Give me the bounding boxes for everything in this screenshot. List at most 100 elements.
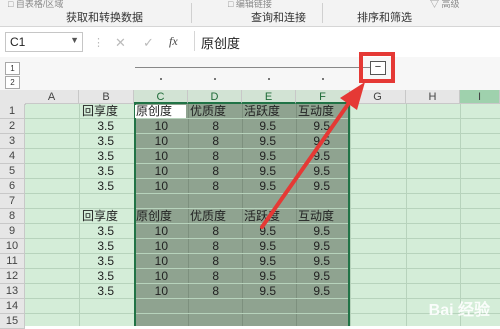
table-cell[interactable]: 10 bbox=[134, 254, 168, 269]
row-header-10[interactable]: 10 bbox=[0, 239, 25, 254]
table-cell[interactable]: 9.5 bbox=[296, 224, 330, 239]
table-cell[interactable]: 9.5 bbox=[242, 254, 276, 269]
row-header-15[interactable]: 15 bbox=[0, 314, 25, 329]
row-header-1[interactable]: 1 bbox=[0, 104, 25, 119]
table-cell[interactable]: 9.5 bbox=[296, 254, 330, 269]
table-cell[interactable]: 10 bbox=[134, 164, 168, 179]
cell-f1[interactable]: 互动度 bbox=[298, 104, 348, 119]
table-cell[interactable]: 3.5 bbox=[79, 224, 114, 239]
table-cell[interactable]: 3.5 bbox=[79, 179, 114, 194]
row-header-5[interactable]: 5 bbox=[0, 164, 25, 179]
row-header-12[interactable]: 12 bbox=[0, 269, 25, 284]
group-label-sort-filter: 排序和筛选 bbox=[357, 12, 412, 24]
column-header-c[interactable]: C bbox=[134, 90, 188, 104]
table-cell[interactable]: 10 bbox=[134, 119, 168, 134]
table-cell[interactable]: 9.5 bbox=[296, 164, 330, 179]
row-header-9[interactable]: 9 bbox=[0, 224, 25, 239]
outline-level-2-button[interactable]: 2 bbox=[5, 76, 20, 89]
table-cell[interactable]: 9.5 bbox=[296, 239, 330, 254]
table-cell[interactable]: 9.5 bbox=[242, 179, 276, 194]
cell-c1[interactable]: 原创度 bbox=[136, 104, 186, 119]
name-box[interactable]: C1 ▼ bbox=[5, 32, 83, 52]
table-cell[interactable]: 10 bbox=[134, 224, 168, 239]
table-cell[interactable]: 9.5 bbox=[242, 239, 276, 254]
table-cell[interactable]: 9.5 bbox=[242, 269, 276, 284]
table-cell[interactable]: 8 bbox=[188, 164, 219, 179]
table-cell[interactable]: 9.5 bbox=[296, 149, 330, 164]
table-cell[interactable]: 9.5 bbox=[242, 284, 276, 299]
table-cell[interactable]: 9.5 bbox=[242, 224, 276, 239]
formula-input[interactable]: 原创度 bbox=[194, 31, 500, 51]
select-all-corner[interactable] bbox=[0, 90, 26, 105]
table-cell[interactable]: 3.5 bbox=[79, 119, 114, 134]
row-header-8[interactable]: 8 bbox=[0, 209, 25, 224]
table-cell[interactable]: 9.5 bbox=[296, 119, 330, 134]
table-cell[interactable]: 3.5 bbox=[79, 284, 114, 299]
table-cell[interactable]: 8 bbox=[188, 239, 219, 254]
column-header-h[interactable]: H bbox=[406, 90, 460, 104]
column-header-a[interactable]: A bbox=[25, 90, 79, 104]
row-header-4[interactable]: 4 bbox=[0, 149, 25, 164]
cell-b1[interactable]: 回享度 bbox=[82, 104, 132, 119]
table-cell[interactable]: 10 bbox=[134, 149, 168, 164]
table-cell[interactable]: 3.5 bbox=[79, 254, 114, 269]
table-cell[interactable]: 8 bbox=[188, 269, 219, 284]
cell-e1[interactable]: 活跃度 bbox=[244, 104, 294, 119]
chevron-down-icon[interactable]: ▼ bbox=[70, 35, 79, 45]
cell-c8[interactable]: 原创度 bbox=[136, 209, 186, 224]
table-cell[interactable]: 9.5 bbox=[242, 134, 276, 149]
column-header-f[interactable]: F bbox=[296, 90, 350, 104]
table-cell[interactable]: 3.5 bbox=[79, 239, 114, 254]
table-cell[interactable]: 8 bbox=[188, 254, 219, 269]
row-header-6[interactable]: 6 bbox=[0, 179, 25, 194]
insert-function-button[interactable]: fx bbox=[169, 34, 178, 49]
table-cell[interactable]: 3.5 bbox=[79, 134, 114, 149]
column-header-d[interactable]: D bbox=[188, 90, 242, 104]
table-cell[interactable]: 3.5 bbox=[79, 164, 114, 179]
table-cell[interactable]: 9.5 bbox=[242, 119, 276, 134]
cell-e8[interactable]: 活跃度 bbox=[244, 209, 294, 224]
row-header-3[interactable]: 3 bbox=[0, 134, 25, 149]
table-cell[interactable]: 8 bbox=[188, 134, 219, 149]
row-header-13[interactable]: 13 bbox=[0, 284, 25, 299]
cell-d8[interactable]: 优质度 bbox=[190, 209, 240, 224]
column-header-b[interactable]: B bbox=[79, 90, 134, 104]
cancel-icon[interactable]: ✕ bbox=[115, 35, 126, 51]
row-header-7[interactable]: 7 bbox=[0, 194, 25, 209]
cell-d1[interactable]: 优质度 bbox=[190, 104, 240, 119]
ribbon-cut-item-left[interactable]: □ 自表格/区域 bbox=[8, 0, 63, 10]
column-header-g[interactable]: G bbox=[350, 90, 406, 104]
table-cell[interactable]: 9.5 bbox=[242, 164, 276, 179]
table-cell[interactable]: 10 bbox=[134, 284, 168, 299]
outline-bar bbox=[0, 57, 500, 90]
outline-dot bbox=[214, 78, 216, 80]
table-cell[interactable]: 3.5 bbox=[79, 149, 114, 164]
table-cell[interactable]: 10 bbox=[134, 239, 168, 254]
table-cell[interactable]: 8 bbox=[188, 119, 219, 134]
row-header-14[interactable]: 14 bbox=[0, 299, 25, 314]
row-header-11[interactable]: 11 bbox=[0, 254, 25, 269]
table-cell[interactable]: 8 bbox=[188, 284, 219, 299]
enter-icon[interactable]: ✓ bbox=[143, 35, 154, 51]
outline-level-1-button[interactable]: 1 bbox=[5, 62, 20, 75]
table-cell[interactable]: 8 bbox=[188, 179, 219, 194]
table-cell[interactable]: 8 bbox=[188, 224, 219, 239]
ribbon: □ 自表格/区域 □ 编辑链接 ▽ 高级 获取和转换数据 查询和连接 排序和筛选 bbox=[0, 0, 500, 27]
table-cell[interactable]: 9.5 bbox=[242, 149, 276, 164]
cell-b8[interactable]: 回享度 bbox=[82, 209, 132, 224]
table-cell[interactable]: 9.5 bbox=[296, 284, 330, 299]
table-cell[interactable]: 10 bbox=[134, 269, 168, 284]
table-cell[interactable]: 8 bbox=[188, 149, 219, 164]
table-cell[interactable]: 3.5 bbox=[79, 269, 114, 284]
column-header-i[interactable]: I bbox=[460, 90, 500, 104]
table-cell[interactable]: 9.5 bbox=[296, 269, 330, 284]
ribbon-cut-item-right[interactable]: ▽ 高级 bbox=[430, 0, 460, 10]
table-cell[interactable]: 10 bbox=[134, 179, 168, 194]
table-cell[interactable]: 9.5 bbox=[296, 134, 330, 149]
row-header-2[interactable]: 2 bbox=[0, 119, 25, 134]
column-header-e[interactable]: E bbox=[242, 90, 296, 104]
table-cell[interactable]: 9.5 bbox=[296, 179, 330, 194]
table-cell[interactable]: 10 bbox=[134, 134, 168, 149]
gridline bbox=[460, 104, 461, 326]
cell-f8[interactable]: 互动度 bbox=[298, 209, 348, 224]
